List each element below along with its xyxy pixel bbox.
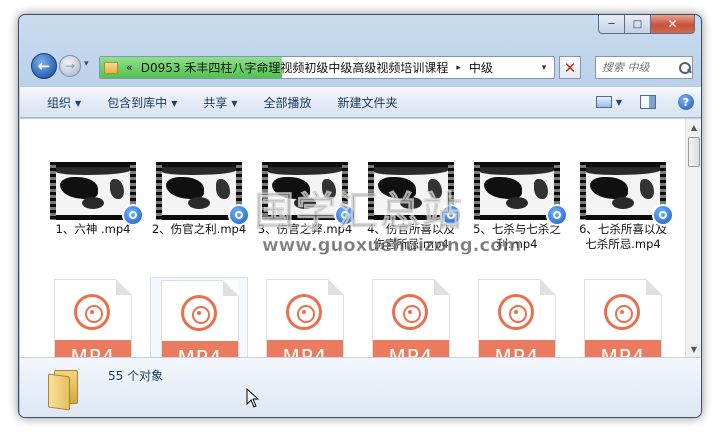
video-thumbnail [580, 162, 674, 226]
mp4-type-label: MP4 [55, 340, 131, 357]
forward-button[interactable]: → [59, 55, 81, 77]
mp4-type-label: MP4 [479, 340, 555, 357]
mp4-type-label: MP4 [267, 340, 343, 357]
mp4-type-label: MP4 [585, 340, 661, 357]
mp4-file-item[interactable]: MP4 [44, 277, 142, 357]
video-file-item[interactable]: 2、伤官之利.mp4 [150, 162, 250, 237]
maximize-button[interactable]: □ [625, 15, 651, 34]
film-reel-icon [392, 294, 428, 330]
scroll-down-button[interactable]: ▼ [686, 341, 701, 357]
file-name-label: 4、伤官所喜以及伤官所忌.mp4 [367, 222, 455, 251]
navigation-bar: ← → ▾ « D0953 禾丰四柱八字命理视频初级中级高级视频培训课程 ▸ 中… [29, 52, 693, 82]
search-icon[interactable] [678, 61, 692, 75]
breadcrumb-parent-folder[interactable]: D0953 禾丰四柱八字命理视频初级中级高级视频培训课程 [141, 59, 449, 76]
file-name-label: 5、七杀与七杀之利.mp4 [473, 222, 561, 251]
close-button[interactable]: ✕ [651, 15, 695, 34]
media-player-icon [652, 204, 674, 226]
forward-arrow-icon: → [64, 59, 76, 73]
mp4-file-item[interactable]: MP4 [256, 277, 354, 357]
address-bar[interactable]: « D0953 禾丰四柱八字命理视频初级中级高级视频培训课程 ▸ 中级 ▾ [99, 56, 555, 79]
video-file-item[interactable]: 3、伤官之弊.mp4 [256, 162, 356, 237]
video-thumbnail [368, 162, 462, 226]
media-player-icon [228, 204, 250, 226]
include-in-library-button[interactable]: 包含到库中 ▼ [107, 94, 177, 111]
file-list[interactable]: 1、六神 .mp4 2、伤官之利.mp4 3、伤官之弊.mp4 4、伤官所喜以及伤官所… [20, 119, 701, 357]
mp4-file-icon: MP4 [266, 279, 344, 357]
details-pane: 55 个对象 [20, 357, 701, 417]
scroll-up-button[interactable]: ▲ [686, 119, 701, 135]
view-options-chevron-icon[interactable]: ▼ [616, 98, 622, 107]
mp4-file-item[interactable]: MP4 [362, 277, 460, 357]
video-thumbnail [262, 162, 356, 226]
folder-icon [104, 61, 118, 74]
media-player-icon [546, 204, 568, 226]
film-reel-icon [74, 294, 110, 330]
mp4-file-icon: MP4 [478, 279, 556, 357]
chevron-down-icon: ▼ [171, 98, 178, 108]
file-name-label: 6、七杀所喜以及七杀所忌.mp4 [579, 222, 667, 251]
film-reel-icon [498, 294, 534, 330]
explorer-window: ─ □ ✕ ← → ▾ « D0953 禾丰四柱八字命理视频初级中级高级视频培训… [18, 14, 702, 418]
mp4-file-row: MP4 MP4 MP4 MP4 MP4 MP4 [44, 277, 684, 357]
address-dropdown-button[interactable]: ▾ [534, 57, 554, 78]
media-player-icon [440, 204, 462, 226]
mp4-file-item[interactable]: MP4 [468, 277, 566, 357]
minimize-button[interactable]: ─ [598, 15, 625, 34]
breadcrumb-separator-icon[interactable]: ▸ [456, 63, 461, 73]
caption-buttons: ─ □ ✕ [598, 15, 695, 34]
mp4-type-label: MP4 [162, 341, 238, 357]
command-bar: 组织 ▼ 包含到库中 ▼ 共享 ▼ 全部播放 新建文件夹 ▼ ? [20, 86, 701, 118]
mp4-file-item[interactable]: MP4 [574, 277, 672, 357]
video-thumbnail [474, 162, 568, 226]
share-button[interactable]: 共享 ▼ [203, 94, 237, 111]
video-thumbnail [50, 162, 144, 226]
media-player-icon [334, 204, 356, 226]
stop-icon: ✕ [563, 58, 577, 77]
search-input[interactable] [602, 61, 676, 74]
include-library-label: 包含到库中 [107, 95, 168, 110]
help-icon[interactable]: ? [678, 94, 694, 110]
breadcrumb-overflow-button[interactable]: « [126, 61, 133, 74]
recent-pages-button[interactable]: ▾ [84, 59, 89, 69]
change-view-icon[interactable] [595, 96, 612, 108]
share-label: 共享 [203, 95, 228, 110]
film-reel-icon [181, 295, 217, 331]
stop-button[interactable]: ✕ [559, 56, 581, 79]
mp4-file-icon: MP4 [584, 279, 662, 357]
back-arrow-icon: ← [37, 57, 51, 75]
mp4-file-item[interactable]: MP4 [150, 277, 248, 357]
video-file-item[interactable]: 6、七杀所喜以及七杀所忌.mp4 [574, 162, 674, 252]
mp4-file-icon: MP4 [161, 280, 239, 357]
preview-pane-icon[interactable] [640, 95, 656, 109]
mouse-cursor-icon [246, 388, 260, 408]
video-file-item[interactable]: 1、六神 .mp4 [44, 162, 144, 237]
scroll-thumb[interactable] [688, 137, 700, 167]
mp4-file-icon: MP4 [54, 279, 132, 357]
mp4-type-label: MP4 [373, 340, 449, 357]
chevron-down-icon: ▼ [231, 98, 238, 108]
folder-icon [48, 370, 80, 411]
play-all-button[interactable]: 全部播放 [264, 94, 312, 111]
video-file-item[interactable]: 5、七杀与七杀之利.mp4 [468, 162, 568, 252]
back-button[interactable]: ← [31, 53, 57, 79]
film-reel-icon [286, 294, 322, 330]
organize-label: 组织 [47, 95, 72, 110]
mp4-file-icon: MP4 [372, 279, 450, 357]
object-count: 55 个对象 [108, 369, 164, 383]
media-player-icon [122, 204, 144, 226]
film-reel-icon [604, 294, 640, 330]
video-thumbnail [156, 162, 250, 226]
vertical-scrollbar[interactable]: ▲ ▼ [685, 119, 701, 357]
chevron-down-icon: ▼ [75, 98, 82, 108]
video-file-row: 1、六神 .mp4 2、伤官之利.mp4 3、伤官之弊.mp4 4、伤官所喜以及伤官所… [44, 162, 684, 272]
search-box[interactable] [595, 56, 693, 79]
breadcrumb-current-folder[interactable]: 中级 [469, 59, 493, 76]
video-file-item[interactable]: 4、伤官所喜以及伤官所忌.mp4 [362, 162, 462, 252]
organize-button[interactable]: 组织 ▼ [47, 94, 81, 111]
new-folder-button[interactable]: 新建文件夹 [338, 94, 398, 111]
